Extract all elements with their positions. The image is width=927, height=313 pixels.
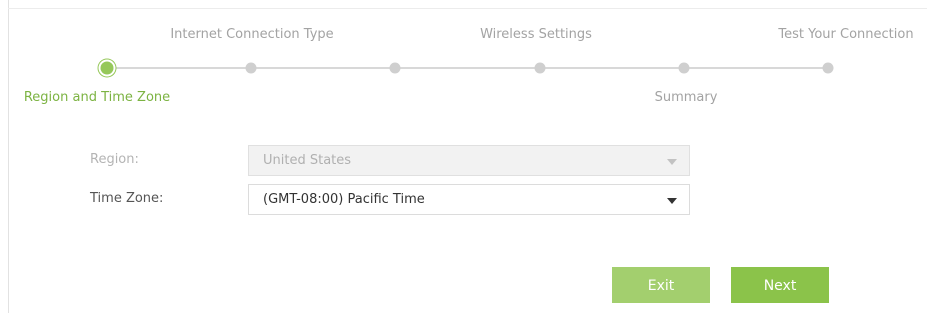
region-select-value: United States (263, 153, 352, 168)
step-dot-3 (389, 62, 401, 74)
step-label-test-connection: Test Your Connection (778, 27, 914, 42)
time-zone-select[interactable]: (GMT-08:00) Pacific Time (248, 184, 690, 215)
next-button[interactable]: Next (731, 267, 829, 303)
step-label-summary: Summary (654, 90, 718, 105)
step-dot-region-time-zone (100, 61, 114, 75)
panel-left-border (8, 0, 9, 313)
step-label-region-time-zone: Region and Time Zone (23, 90, 171, 105)
exit-button[interactable]: Exit (612, 267, 710, 303)
step-label-wireless-settings: Wireless Settings (480, 27, 592, 42)
step-dot-summary (678, 62, 690, 74)
time-zone-label: Time Zone: (90, 191, 164, 206)
step-dot-test-connection (822, 62, 834, 74)
region-select[interactable]: United States (248, 145, 690, 176)
chevron-down-icon (667, 198, 677, 204)
region-label: Region: (90, 152, 139, 167)
chevron-down-icon (667, 159, 677, 165)
panel-top-border (8, 8, 927, 9)
step-dot-internet-connection-type (245, 62, 257, 74)
time-zone-select-value: (GMT-08:00) Pacific Time (263, 192, 425, 207)
step-dot-wireless-settings (534, 62, 546, 74)
step-connector (107, 67, 828, 69)
step-label-internet-connection-type: Internet Connection Type (170, 27, 334, 42)
quick-setup-panel: Region and Time Zone Internet Connection… (0, 0, 927, 313)
